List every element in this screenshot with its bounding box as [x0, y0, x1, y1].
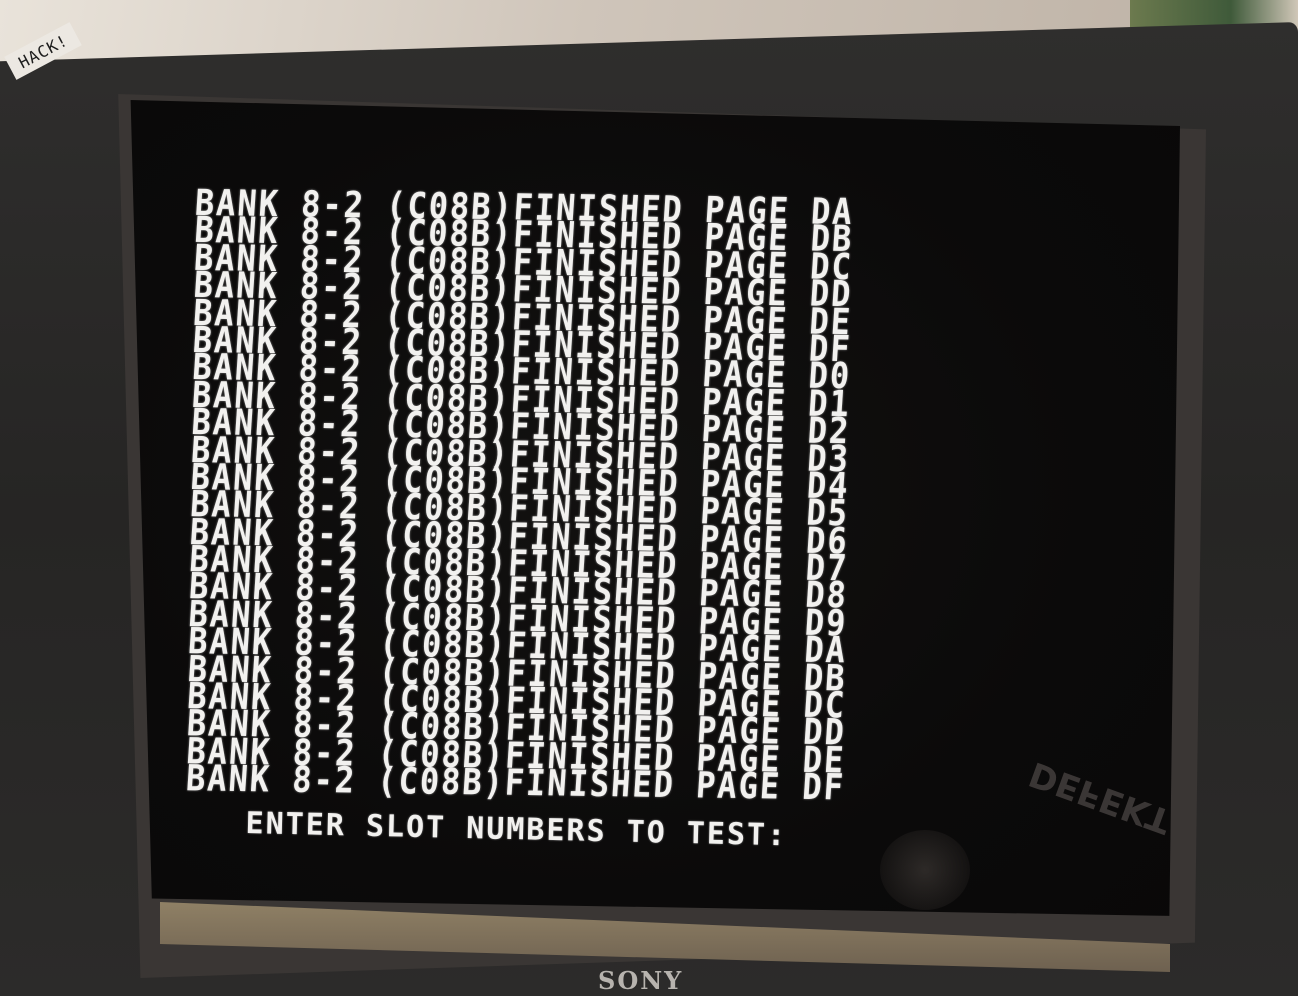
terminal-line: BANK 8-2 (C08B)FINISHED PAGE DF — [184, 756, 847, 809]
monitor-photo: HACK! BANK 8-2 (C08B)FINISHED PAGE DA BAN… — [0, 0, 1298, 996]
brand-logo: SONY — [598, 966, 684, 995]
terminal-output: BANK 8-2 (C08B)FINISHED PAGE DA BANK 8-2 … — [156, 181, 935, 808]
screen-smudge — [880, 830, 970, 910]
